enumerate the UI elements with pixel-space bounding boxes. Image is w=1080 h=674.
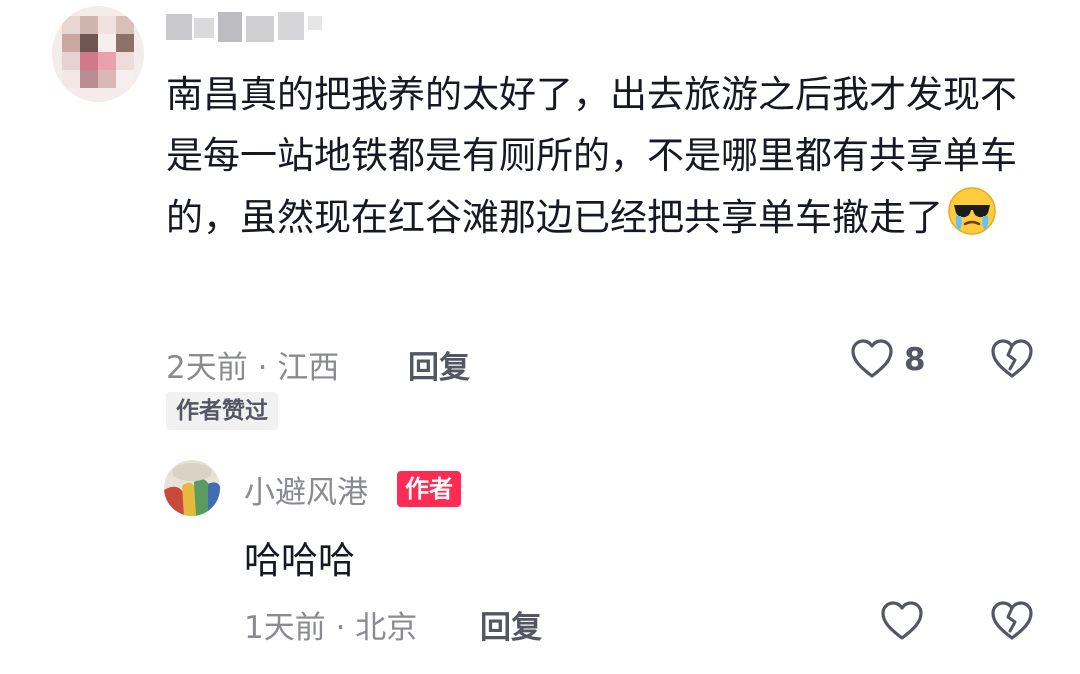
commenter-avatar[interactable]	[52, 6, 144, 102]
crying-sunglasses-emoji-icon	[947, 186, 997, 254]
broken-heart-icon	[991, 339, 1033, 378]
reply-reply-button[interactable]: 回复	[480, 602, 542, 647]
dislike-button[interactable]	[990, 338, 1034, 380]
reply-button[interactable]: 回复	[408, 342, 470, 387]
heart-icon	[881, 601, 923, 640]
reply-dislike-button[interactable]	[990, 600, 1034, 642]
like-button[interactable]	[850, 338, 894, 380]
reply-like-button[interactable]	[880, 600, 924, 642]
comment-body: 南昌真的把我养的太好了，出去旅游之后我才发现不是每一站地铁都是有厕所的，不是哪里…	[166, 73, 1017, 239]
reply-meta: 1天前 · 北京	[244, 610, 418, 646]
author-badge: 作者	[397, 471, 461, 507]
blurred-username-graphic	[166, 12, 322, 42]
reply-text: 哈哈哈	[244, 539, 355, 582]
heart-icon	[851, 339, 893, 378]
comment-text: 南昌真的把我养的太好了，出去旅游之后我才发现不是每一站地铁都是有厕所的，不是哪里…	[166, 64, 1026, 254]
reply-author-avatar[interactable]	[164, 460, 220, 516]
broken-heart-icon	[991, 601, 1033, 640]
comment-meta: 2天前 · 江西	[166, 350, 340, 386]
like-count: 8	[904, 342, 926, 378]
commenter-username[interactable]	[166, 8, 336, 46]
author-liked-badge: 作者赞过	[166, 392, 278, 430]
reply-author-username[interactable]: 小避风港	[244, 467, 368, 512]
